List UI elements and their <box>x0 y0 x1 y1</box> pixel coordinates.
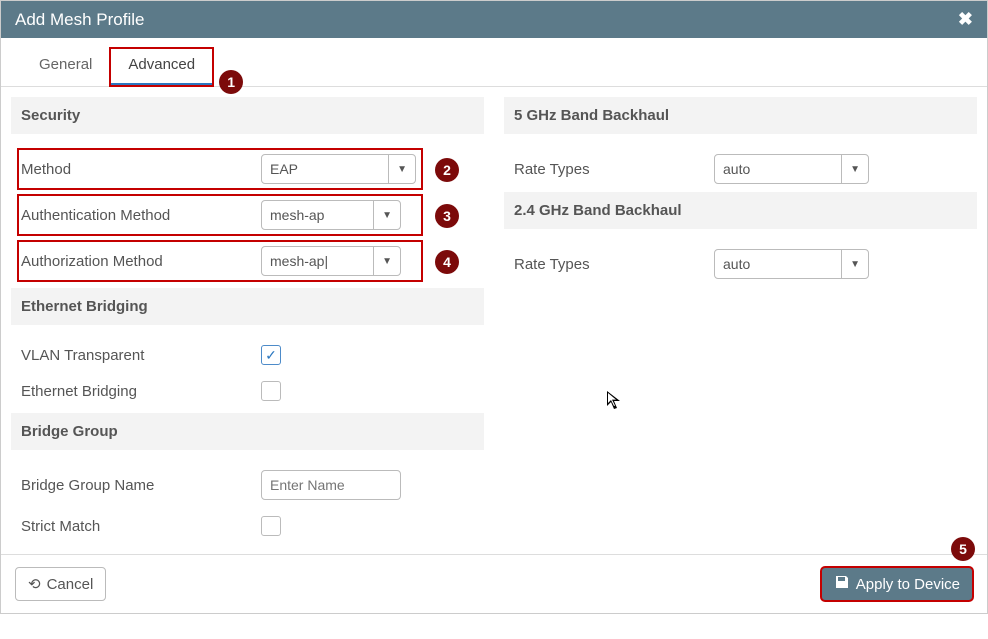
rate-types-5ghz-select[interactable]: auto ▼ <box>714 154 869 184</box>
chevron-down-icon: ▼ <box>388 155 407 183</box>
authz-method-label: Authorization Method <box>21 253 261 270</box>
titlebar: Add Mesh Profile ✖ <box>1 1 987 38</box>
method-label: Method <box>21 161 261 178</box>
authz-method-value: mesh-ap| <box>270 253 328 269</box>
close-icon[interactable]: ✖ <box>958 9 973 30</box>
authn-method-value: mesh-ap <box>270 207 324 223</box>
cancel-button[interactable]: ⟲ Cancel <box>15 567 106 601</box>
rate-types-24ghz-value: auto <box>723 256 750 272</box>
tab-bar: General Advanced 1 <box>1 38 987 87</box>
section-24ghz-backhaul: 2.4 GHz Band Backhaul <box>504 192 977 229</box>
chevron-down-icon: ▼ <box>373 201 392 229</box>
annotation-badge-5: 5 <box>951 537 975 561</box>
vlan-transparent-label: VLAN Transparent <box>21 347 261 364</box>
rate-types-5ghz-value: auto <box>723 161 750 177</box>
bridge-group-name-label: Bridge Group Name <box>21 477 261 494</box>
section-5ghz-backhaul: 5 GHz Band Backhaul <box>504 97 977 134</box>
button-bar: ⟲ Cancel 5 Apply to Device <box>1 554 987 613</box>
method-select-value: EAP <box>270 161 298 177</box>
modal-add-mesh-profile: Add Mesh Profile ✖ General Advanced 1 Se… <box>0 0 988 614</box>
left-column: Security Method EAP ▼ 2 Authentication M… <box>1 97 494 554</box>
cancel-icon: ⟲ <box>28 575 41 593</box>
annotation-badge-3: 3 <box>435 204 459 228</box>
apply-to-device-button[interactable]: Apply to Device <box>821 567 973 601</box>
content-area: Security Method EAP ▼ 2 Authentication M… <box>1 87 987 554</box>
bridge-group-name-input[interactable] <box>261 470 401 500</box>
ethernet-bridging-label: Ethernet Bridging <box>21 383 261 400</box>
right-column: 5 GHz Band Backhaul Rate Types auto ▼ 2.… <box>494 97 987 554</box>
strict-match-label: Strict Match <box>21 518 261 535</box>
rate-types-5ghz-label: Rate Types <box>514 161 714 178</box>
rate-types-24ghz-select[interactable]: auto ▼ <box>714 249 869 279</box>
authn-method-select[interactable]: mesh-ap ▼ <box>261 200 401 230</box>
window-title: Add Mesh Profile <box>15 10 144 30</box>
strict-match-checkbox[interactable] <box>261 516 281 536</box>
authz-method-select[interactable]: mesh-ap| ▼ <box>261 246 401 276</box>
tab-general[interactable]: General <box>21 48 110 86</box>
annotation-badge-4: 4 <box>435 250 459 274</box>
cancel-button-label: Cancel <box>47 576 94 593</box>
section-security: Security <box>11 97 484 134</box>
rate-types-24ghz-label: Rate Types <box>514 256 714 273</box>
vlan-transparent-checkbox[interactable]: ✓ <box>261 345 281 365</box>
section-bridge-group: Bridge Group <box>11 413 484 450</box>
chevron-down-icon: ▼ <box>841 250 860 278</box>
chevron-down-icon: ▼ <box>841 155 860 183</box>
method-select[interactable]: EAP ▼ <box>261 154 416 184</box>
apply-button-label: Apply to Device <box>856 576 960 593</box>
tab-advanced[interactable]: Advanced <box>110 48 213 86</box>
annotation-badge-1: 1 <box>219 70 243 94</box>
ethernet-bridging-checkbox[interactable] <box>261 381 281 401</box>
chevron-down-icon: ▼ <box>373 247 392 275</box>
annotation-badge-2: 2 <box>435 158 459 182</box>
save-icon <box>834 574 850 594</box>
authn-method-label: Authentication Method <box>21 207 261 224</box>
section-ethernet-bridging: Ethernet Bridging <box>11 288 484 325</box>
